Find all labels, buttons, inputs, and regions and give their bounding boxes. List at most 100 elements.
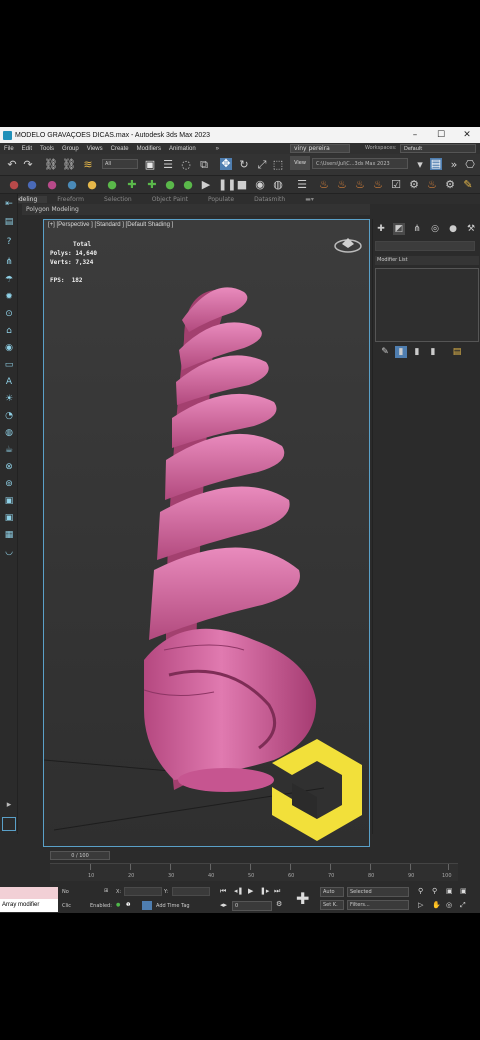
play-icon[interactable]: ▶ [200, 179, 212, 191]
spinner-snap-icon[interactable]: ● [66, 179, 78, 191]
percent-snap-icon[interactable]: ● [46, 179, 58, 191]
modifier-stack[interactable] [375, 268, 479, 342]
key-mode-icon[interactable]: ◂▸ [220, 901, 227, 909]
auto-key-button[interactable]: Auto [320, 887, 344, 897]
record-icon[interactable]: ◉ [254, 179, 266, 191]
tube-icon[interactable]: ⊗ [3, 461, 15, 473]
menu-modifiers[interactable]: Modifiers [133, 146, 165, 152]
maxscript-input[interactable]: Array modifier [0, 899, 58, 912]
modifier-list-dropdown[interactable]: Modifier List [375, 256, 479, 265]
zoom-all-icon[interactable]: ⚲ [432, 887, 437, 895]
frame-icon[interactable]: ▣ [3, 512, 15, 524]
select-scale-icon[interactable]: ⤢ [256, 159, 268, 171]
play-animation-icon[interactable]: ▶ [248, 887, 253, 895]
pan-icon[interactable]: ✋ [432, 901, 441, 909]
pause-icon[interactable]: ❚❚ [218, 179, 236, 191]
make-unique-icon[interactable]: ▮ [411, 346, 423, 358]
menu-views[interactable]: Views [83, 146, 107, 152]
fov-icon[interactable]: ▷ [418, 901, 423, 909]
render-icon[interactable]: ♨ [336, 179, 348, 191]
render-setup-icon[interactable]: ☰ [296, 179, 308, 191]
reference-coordinate-dropdown[interactable]: View [290, 156, 310, 170]
tab-populate[interactable]: Populate [198, 196, 244, 203]
zoom-extents-all-icon[interactable]: ▣ [460, 887, 467, 895]
orbit-icon[interactable]: ◎ [446, 901, 452, 909]
remove-modifier-icon[interactable]: ▮ [427, 346, 439, 358]
paint-icon[interactable]: ◍ [3, 427, 15, 439]
scripting-icon[interactable]: ✎ [462, 179, 474, 191]
next-frame-icon[interactable]: ❚▸ [260, 887, 269, 895]
set-key-plus-icon[interactable]: ✚ [296, 889, 309, 908]
grid-icon[interactable]: ▦ [3, 529, 15, 541]
maximize-button[interactable]: ☐ [428, 127, 454, 143]
project-path-field[interactable]: C:\Users\Jul\C...3ds Max 2023 [312, 158, 408, 169]
motion-tab-icon[interactable]: ◎ [429, 223, 441, 235]
box-icon[interactable]: ▣ [3, 495, 15, 507]
menu-animation[interactable]: Animation [165, 146, 200, 152]
minimize-button[interactable]: – [402, 127, 428, 143]
menu-create[interactable]: Create [107, 146, 133, 152]
tab-freeform[interactable]: Freeform [47, 196, 94, 203]
stop-icon[interactable]: ■ [236, 179, 248, 191]
render-iterative-icon[interactable]: ♨ [372, 179, 384, 191]
add-time-tag[interactable]: Add Time Tag [156, 903, 190, 909]
utilities-tab-icon[interactable]: ⚒ [465, 223, 477, 235]
menu-file[interactable]: File [0, 146, 18, 152]
time-slider[interactable]: 0 / 100 [50, 851, 110, 860]
timeline-track[interactable]: 10 20 30 40 50 60 70 80 90 100 [50, 863, 458, 881]
brush-icon[interactable]: ☀ [3, 393, 15, 405]
select-by-name-icon[interactable]: ☰ [162, 159, 174, 171]
bind-space-warp-icon[interactable]: ≋ [82, 159, 94, 171]
close-button[interactable]: ✕ [454, 127, 480, 143]
explorer-toggle-icon[interactable]: ⇤ [3, 198, 15, 210]
ribbon-options-icon[interactable]: ▬▾ [295, 196, 324, 203]
key-filter-dropdown[interactable]: Selected [347, 887, 409, 897]
object-name-field[interactable] [375, 241, 475, 251]
y-coordinate-field[interactable] [172, 887, 210, 896]
hierarchy-icon[interactable]: ⋔ [3, 256, 15, 268]
redo-icon[interactable]: ↷ [22, 159, 34, 171]
configure-sets-icon[interactable]: ▤ [451, 346, 463, 358]
time-tag-icon[interactable] [142, 901, 152, 910]
select-move-icon[interactable]: ✥ [220, 158, 232, 170]
tab-object-paint[interactable]: Object Paint [142, 196, 198, 203]
mirror-icon[interactable]: ● [106, 179, 118, 191]
menu-edit[interactable]: Edit [18, 146, 36, 152]
render-frame-icon[interactable]: ♨ [318, 179, 330, 191]
helper-icon[interactable]: ⌂ [3, 325, 15, 337]
tab-datasmith[interactable]: Datasmith [244, 196, 295, 203]
zoom-icon[interactable]: ⚲ [418, 887, 423, 895]
toggle-ribbon-icon[interactable]: ● [164, 179, 176, 191]
text-icon[interactable]: A [3, 376, 15, 388]
link-icon[interactable]: ⛓ [44, 159, 58, 171]
geometry-icon[interactable]: ☂ [3, 274, 15, 286]
render-production-icon[interactable]: ♨ [354, 179, 366, 191]
material-editor-icon[interactable]: ◍ [272, 179, 284, 191]
environment-icon[interactable]: ☑ [390, 179, 402, 191]
light-icon[interactable]: ✹ [3, 291, 15, 303]
eye-icon[interactable]: ◡ [3, 546, 15, 558]
menu-group[interactable]: Group [58, 146, 83, 152]
show-end-result-icon[interactable]: ▮ [395, 346, 407, 358]
undo-icon[interactable]: ↶ [6, 159, 18, 171]
workspace-dropdown[interactable]: Default [400, 144, 476, 153]
goto-end-icon[interactable]: ⏭ [274, 887, 280, 896]
maxscript-listener-icon[interactable]: ▤ [430, 158, 442, 170]
named-selection-icon[interactable]: ● [86, 179, 98, 191]
set-key-button[interactable]: Set K. [320, 900, 344, 910]
viewport-layout-icon[interactable] [2, 817, 16, 831]
help-search-icon[interactable]: ⎔ [464, 159, 476, 171]
window-crossing-icon[interactable]: ⧉ [198, 159, 210, 171]
systems-icon[interactable]: ▭ [3, 359, 15, 371]
enabled-indicator-icon[interactable]: ● [116, 902, 120, 908]
toolbar-more-chevron-icon[interactable]: » [448, 159, 460, 171]
tab-selection[interactable]: Selection [94, 196, 142, 203]
scene-explorer-icon[interactable]: ▤ [3, 216, 15, 228]
goto-start-icon[interactable]: ⏮ [220, 887, 226, 896]
workspace-chevron-icon[interactable]: ▾ [414, 159, 426, 171]
create-tab-icon[interactable]: ✚ [375, 223, 387, 235]
region-select-icon[interactable]: ◌ [180, 159, 192, 171]
help-icon[interactable]: ? [3, 236, 15, 248]
teapot-icon[interactable]: ☕ [3, 444, 15, 456]
pin-stack-icon[interactable]: ✎ [379, 346, 391, 358]
